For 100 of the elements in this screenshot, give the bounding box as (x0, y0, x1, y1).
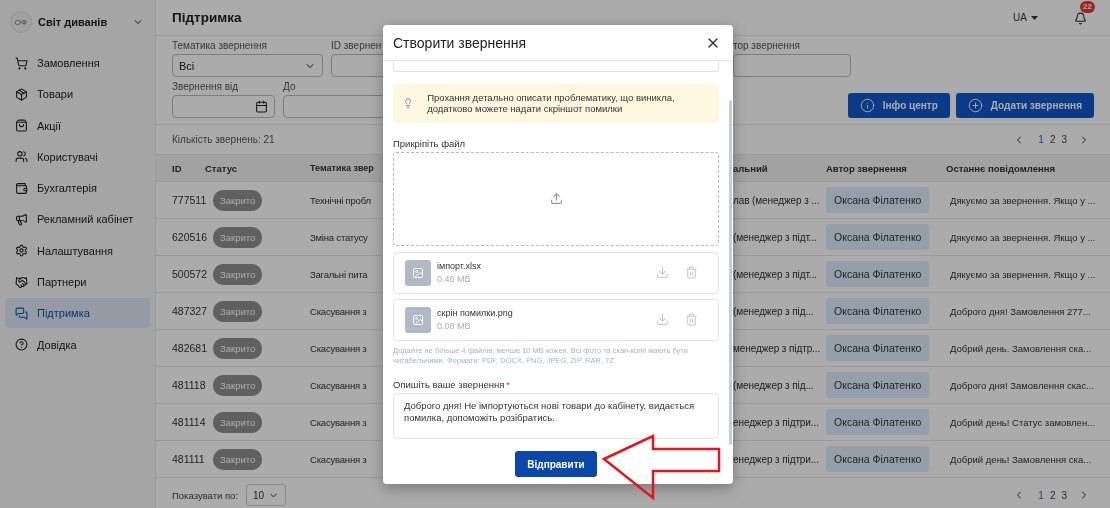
date-field[interactable] (172, 95, 275, 118)
table-cell-text: енеджер з підтри... (733, 453, 820, 465)
sidebar-item[interactable]: Бухгалтерія (5, 173, 150, 204)
sidebar-item[interactable]: Налаштування (5, 235, 150, 266)
table-cell: Скасування з (310, 379, 367, 391)
author-tag: Оксана Філатенко (826, 298, 930, 324)
field-label: тор звернення (733, 40, 800, 52)
table-cell: 481111 (172, 453, 205, 465)
topic-select[interactable]: Всі (172, 54, 323, 77)
table-cell: Доброго дня! Замовлення 277... (950, 305, 1091, 317)
status-tag: Закрито (213, 263, 263, 285)
sidebar-item[interactable]: Користувачі (5, 141, 150, 172)
language-select[interactable]: UA (1013, 12, 1038, 23)
author-tag: Оксана Філатенко (826, 187, 930, 213)
shop-name: Світ диванів (38, 16, 109, 28)
table-cell: 482681 (172, 342, 205, 354)
sidebar-item[interactable]: Акції (5, 110, 150, 141)
file-size: 0.08 MB (437, 321, 472, 332)
table-cell: Добрий день! Статус замовлен... (950, 416, 1096, 428)
dialog-title: Створити звернення (393, 34, 527, 51)
author-tag: Оксана Філатенко (826, 409, 930, 435)
handshake-icon (15, 275, 28, 289)
status-tag: Закрито (213, 337, 263, 359)
info-icon (859, 98, 875, 113)
file-name: імпорт.xlsx (437, 261, 482, 272)
scrollbar[interactable] (729, 100, 732, 445)
table-cell: Скасування з (310, 342, 367, 354)
page-size-select[interactable]: 10 (246, 484, 287, 506)
author-tag: Оксана Філатенко (826, 261, 930, 287)
table-cell: Скасування з (310, 453, 367, 465)
table-cell: 487327 (172, 305, 205, 317)
table-cell-text: менеджер з підтр... (733, 342, 822, 354)
box-icon (15, 87, 28, 101)
column-header: Останнє повідомлення (946, 162, 1055, 174)
page-link[interactable]: 2 (1048, 489, 1057, 501)
upload-icon (549, 192, 563, 206)
page-link[interactable]: 3 (1060, 489, 1068, 501)
table-cell: Скасування з (310, 416, 367, 428)
sidebar-item[interactable]: Рекламний кабінет (5, 204, 150, 235)
page-link[interactable]: 1 (1037, 489, 1045, 501)
field-label: До (283, 81, 296, 93)
file-size: 0.46 MB (437, 274, 472, 285)
bell-icon[interactable] (1074, 11, 1087, 25)
table-cell-text: енеджер з підтри... (733, 416, 820, 428)
trash-icon[interactable] (685, 313, 698, 327)
table-cell: Дякуємо за звернення. Якщо у ... (950, 194, 1096, 206)
plus-icon (967, 98, 983, 113)
sidebar-item[interactable]: Довідка (5, 329, 150, 360)
status-tag: Закрито (213, 448, 263, 470)
caret-icon (1031, 15, 1038, 20)
avatar: ОФ (10, 11, 32, 33)
trash-icon[interactable] (685, 266, 698, 280)
field-label: Тематика звернення (172, 40, 267, 52)
author-field[interactable] (733, 54, 851, 77)
action-button[interactable]: Додати звернення (955, 93, 1094, 118)
submit-button[interactable]: Відправити (515, 451, 597, 478)
column-header: ID (172, 162, 182, 174)
megaphone-icon (15, 213, 28, 226)
table-cell: 500572 (172, 268, 205, 280)
column-header: Статус (205, 162, 238, 174)
cart-icon (15, 56, 28, 70)
table-cell-text: (менеджер з під... (733, 379, 815, 391)
table-cell: Дякуємо за звернення. Якщо у ... (950, 268, 1096, 280)
field-label: ID звернен (331, 40, 382, 52)
status-tag: Закрито (213, 300, 263, 322)
page-link[interactable]: 3 (1060, 134, 1068, 145)
page-link[interactable]: 2 (1048, 134, 1057, 145)
table-cell-text: (менеджер з підт... (733, 268, 818, 280)
download-icon[interactable] (656, 266, 669, 280)
action-button[interactable]: Інфо центр (847, 93, 950, 118)
page-link[interactable]: 1 (1037, 134, 1045, 145)
notification-badge: 22 (1080, 0, 1095, 13)
tip-text: Прохання детально описати проблематику, що виникла, додатково можете надати скріншот помилки (427, 92, 676, 115)
users-icon (15, 150, 28, 164)
field-label: Опишіть ваше звернення * (393, 379, 511, 391)
input-field[interactable] (393, 61, 719, 72)
image-file-icon (405, 306, 431, 333)
column-header: альний (733, 162, 768, 174)
page-title: Підтримка (172, 10, 243, 25)
table-cell: Добрий день. Замовлення ска... (950, 342, 1092, 354)
author-tag: Оксана Філатенко (826, 446, 930, 472)
sidebar-item[interactable]: Підтримка (5, 298, 150, 329)
download-icon[interactable] (656, 313, 669, 327)
file-name: скрін помилки.png (437, 308, 514, 319)
table-cell: 620516 (172, 231, 205, 243)
page-size-label: Показувати по: (172, 489, 239, 501)
sidebar-item[interactable]: Замовлення (5, 48, 150, 78)
description-field[interactable]: Доброго дня! Не імпортуються нові товари до кабінету, видається помилка, допоможіть розібратись. (393, 393, 719, 440)
author-tag: Оксана Філатенко (826, 372, 930, 398)
wallet-icon (15, 181, 28, 195)
table-cell: Зміна статусу (310, 231, 368, 243)
sidebar-item[interactable]: Партнери (5, 267, 150, 298)
table-cell: Дякуємо за звернення. Якщо у ... (950, 231, 1096, 243)
table-cell-text: (менеджер з під... (733, 305, 815, 317)
column-header: Автор звернення (826, 162, 907, 174)
table-cell: 481118 (172, 379, 205, 391)
table-cell: Скасування з (310, 305, 367, 317)
calendar-icon[interactable] (255, 100, 268, 113)
sidebar-item[interactable]: Товари (5, 79, 150, 110)
chat-icon (15, 306, 28, 320)
